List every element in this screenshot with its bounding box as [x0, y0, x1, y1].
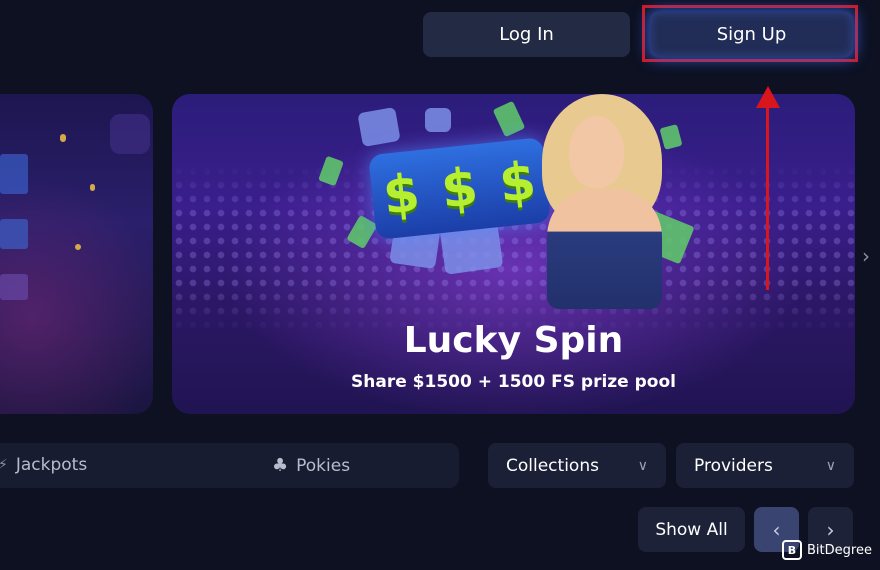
chevron-down-icon: ∨ [825, 457, 836, 474]
category-pokies[interactable]: ♣ Pokies [272, 455, 350, 476]
category-label: Jackpots [15, 455, 88, 475]
annotation-arrow-line [766, 102, 769, 290]
category-jackpots[interactable]: ⚡ Jackpots [0, 455, 87, 475]
category-label: Pokies [296, 455, 351, 476]
chevron-left-icon: ‹ [772, 517, 781, 542]
chevron-down-icon: ∨ [637, 457, 648, 474]
banner-previous[interactable] [0, 94, 153, 414]
providers-label: Providers [694, 455, 773, 476]
watermark-text: BitDegree [807, 542, 872, 558]
collections-label: Collections [506, 455, 599, 476]
slot-symbol: $ [496, 150, 539, 215]
gift-icon [357, 106, 401, 148]
banner-character [537, 94, 677, 309]
annotation-arrow-head [756, 86, 780, 108]
watermark: B BitDegree [782, 540, 872, 560]
slot-symbol: $ [438, 156, 481, 221]
login-button[interactable]: Log In [423, 12, 630, 57]
banner-subtitle: Share $1500 + 1500 FS prize pool [351, 372, 676, 392]
collections-dropdown[interactable]: Collections ∨ [488, 443, 666, 488]
signup-button[interactable]: Sign Up [650, 12, 853, 57]
chevron-right-icon: › [826, 517, 835, 542]
banknote-icon [492, 100, 526, 138]
show-all-button[interactable]: Show All [638, 507, 745, 552]
gift-icon [425, 108, 451, 132]
providers-dropdown[interactable]: Providers ∨ [676, 443, 854, 488]
slot-symbol: $ [380, 162, 423, 227]
promo-banner[interactable]: $ $ $ Lucky Spin Share $1500 + 1500 FS p… [172, 94, 855, 414]
slot-machine-reels: $ $ $ [368, 137, 551, 240]
cherry-icon: ♣ [272, 455, 289, 476]
chevron-right-icon[interactable]: › [862, 244, 870, 268]
banner-title: Lucky Spin [403, 320, 624, 361]
jackpot-icon: ⚡ [0, 457, 8, 473]
bitdegree-logo-icon: B [782, 540, 802, 560]
